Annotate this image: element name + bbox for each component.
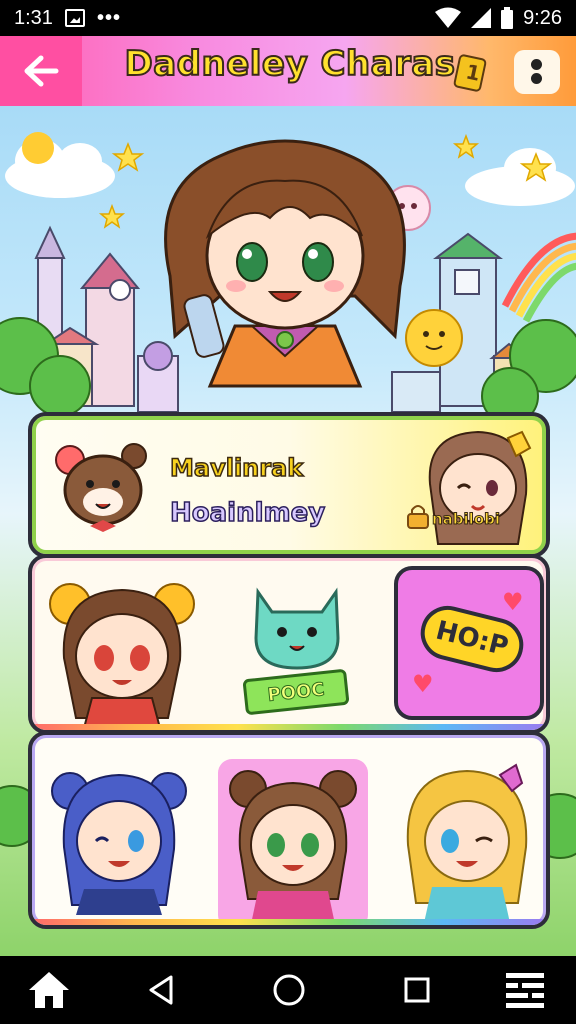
app-header: Dadneley Charas [0,36,576,106]
recent-square-icon [404,977,430,1003]
page-title: Dadneley Charas [123,43,456,85]
girl-pompom-character[interactable] [42,568,202,728]
wifi-icon [435,7,462,28]
cat-character[interactable] [242,568,352,678]
brown-bun-character [229,770,357,925]
arrow-left-icon [24,55,59,87]
signal-icon [471,8,492,28]
home-button[interactable] [24,966,74,1014]
rainbow-divider [32,919,546,925]
blonde-bow-character[interactable] [392,753,542,923]
system-nav-bar [0,956,576,1024]
recents-nav-button[interactable] [392,966,442,1014]
card-label-main: Mavlinrak [169,453,304,483]
gallery-icon [64,9,85,27]
more-dots-icon: ••• [96,6,121,29]
circle-home-icon [273,974,305,1006]
card-badge-text: nabilobi [431,510,501,529]
status-time-left: 1:31 [14,6,53,29]
back-nav-button[interactable] [136,966,186,1014]
selected-character-frame[interactable] [218,759,368,925]
status-bar: 1:31 ••• 9:26 [0,0,576,36]
back-triangle-icon [149,975,173,1005]
card-label-sub: Hoainlmey [169,497,326,529]
blue-hair-character[interactable] [44,755,194,915]
girl-wink-character [428,430,532,545]
hero-character [164,139,406,388]
bear-character [55,443,147,532]
lock-icon [407,505,429,529]
battery-icon [501,7,514,29]
game-scene: Mavlinrak Hoainlmey nabilobi POOC ♥ ♥ HO… [0,106,576,956]
badge-icon [452,53,488,93]
character-row-middle: POOC ♥ ♥ HO:P [28,554,550,734]
heart-icon: ♥ [502,588,524,616]
menu-lines-icon [506,973,544,1008]
character-card-top[interactable]: Mavlinrak Hoainlmey nabilobi [28,412,550,558]
character-row-bottom [28,731,550,929]
status-time-right: 9:26 [523,6,562,29]
home-nav-button[interactable] [264,966,314,1014]
menu-nav-button[interactable] [500,966,550,1014]
home-icon [29,972,69,1008]
rainbow-divider [32,724,546,730]
back-button[interactable] [0,36,82,106]
menu-button[interactable] [514,50,560,94]
hop-button[interactable]: ♥ ♥ HO:P [394,566,544,720]
heart-icon: ♥ [412,670,434,698]
